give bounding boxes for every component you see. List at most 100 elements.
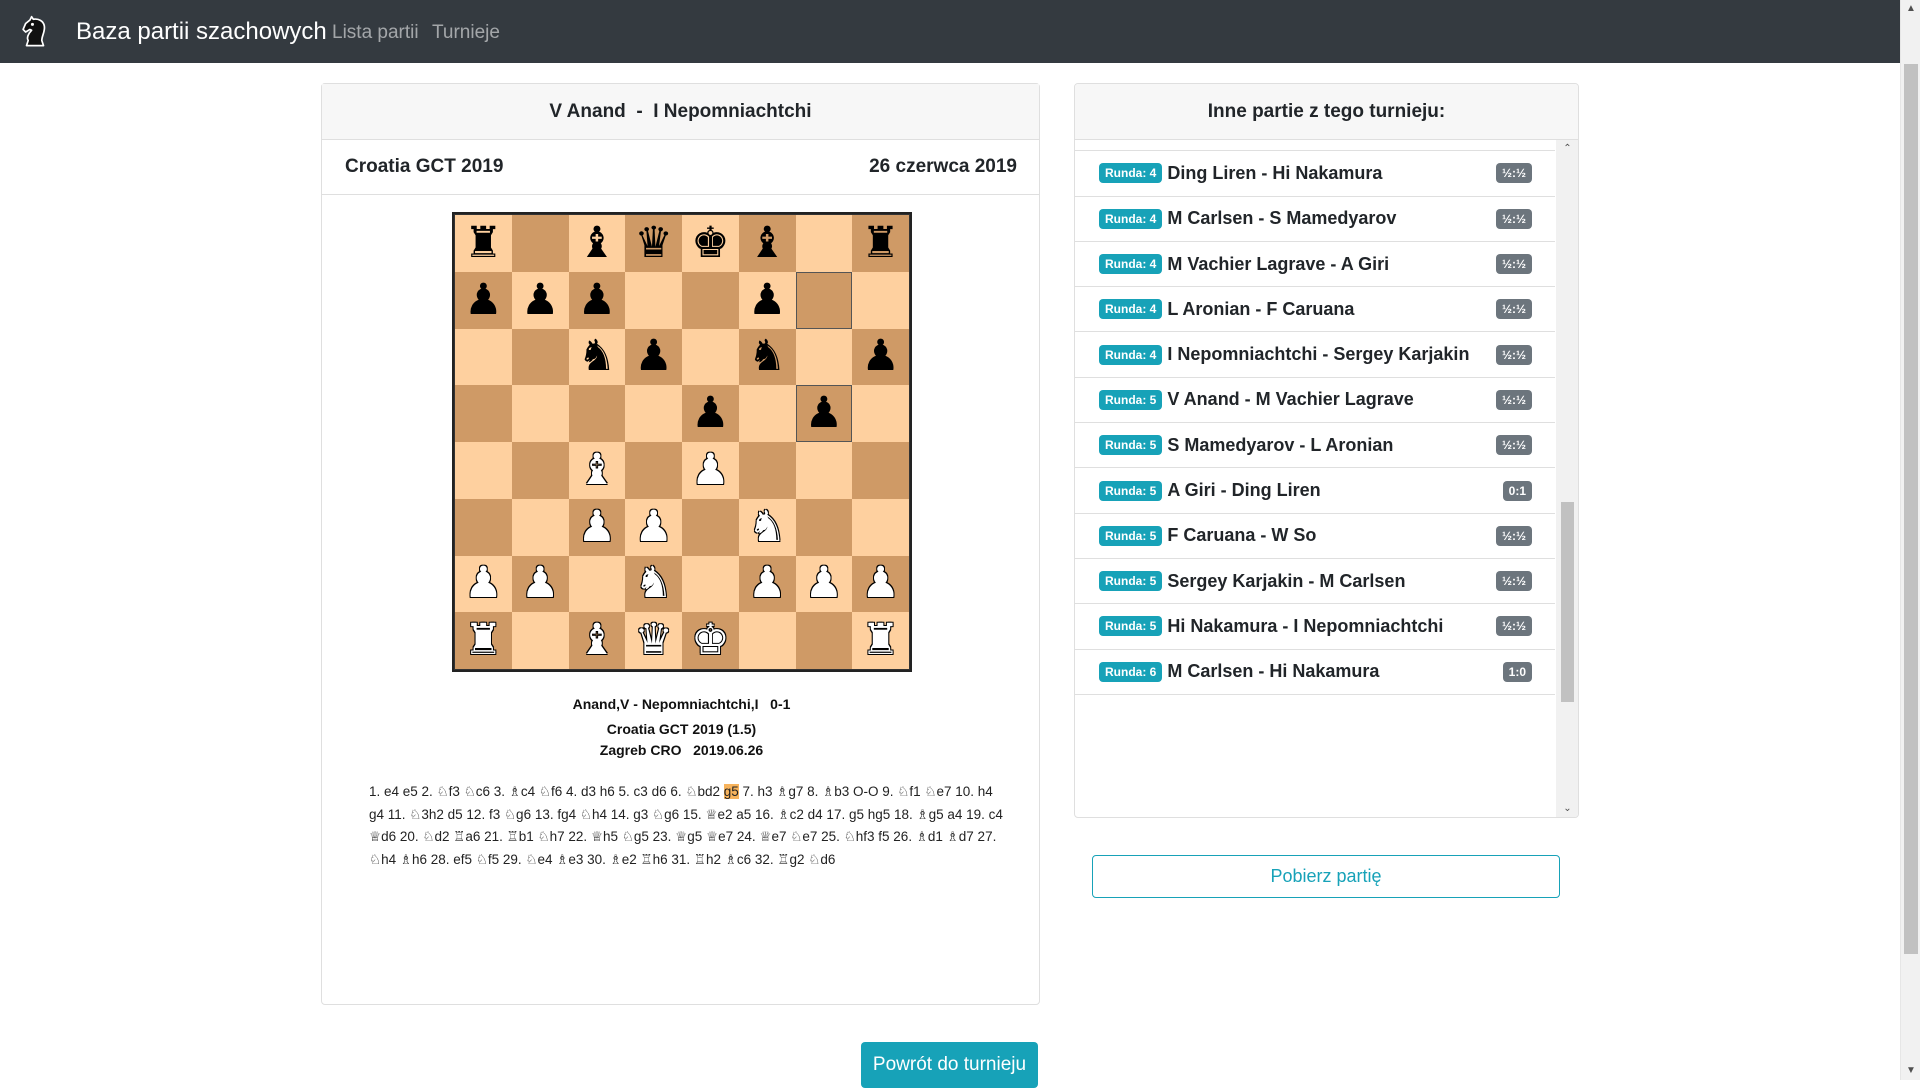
- square-e6[interactable]: [682, 328, 739, 386]
- white-king-icon[interactable]: ♚: [691, 619, 730, 662]
- page-scrollbar[interactable]: ▲ ▼: [1900, 0, 1920, 1080]
- black-bishop-icon[interactable]: ♝: [748, 221, 787, 265]
- square-h1[interactable]: ♜: [852, 612, 909, 669]
- square-g5[interactable]: ♟: [795, 385, 853, 442]
- square-b8[interactable]: [511, 215, 569, 272]
- black-queen-icon[interactable]: ♛: [634, 221, 673, 265]
- game-list-item[interactable]: Runda: 4I Nepomniachtchi - Sergey Karjak…: [1075, 333, 1555, 378]
- square-h6[interactable]: ♟: [852, 328, 909, 386]
- game-list-item[interactable]: Runda: 4M Carlsen - S Mamedyarov ½:½: [1075, 197, 1555, 242]
- square-b2[interactable]: ♟: [511, 555, 569, 613]
- square-b6[interactable]: [511, 328, 569, 386]
- game-players[interactable]: V Anand - M Vachier Lagrave: [1167, 389, 1413, 410]
- square-a2[interactable]: ♟: [455, 555, 512, 613]
- game-list-item[interactable]: Runda: 5 Sergey Karjakin - M Carlsen ½:½: [1075, 559, 1555, 605]
- game-players[interactable]: Ding Liren - Hi Nakamura: [1167, 163, 1382, 184]
- square-g8[interactable]: [795, 215, 853, 272]
- square-e1[interactable]: ♚: [682, 612, 739, 669]
- square-f4[interactable]: [738, 442, 796, 499]
- square-b3[interactable]: [511, 498, 569, 556]
- nav-link-tournaments[interactable]: Turnieje: [432, 22, 500, 44]
- white-pawn-icon[interactable]: ♟: [691, 448, 730, 492]
- square-g7[interactable]: [795, 271, 853, 329]
- game-list-item[interactable]: Runda: 5S Mamedyarov - L Aronian ½:½: [1075, 423, 1555, 469]
- square-c7[interactable]: ♟: [568, 271, 626, 329]
- square-f6[interactable]: ♞: [738, 328, 796, 386]
- square-b1[interactable]: [511, 612, 569, 669]
- square-c5[interactable]: [568, 385, 626, 442]
- current-move[interactable]: g5: [723, 784, 739, 799]
- white-bishop-icon[interactable]: ♝: [578, 619, 617, 662]
- game-list-item[interactable]: Runda: 4L Aronian - F Caruana ½:½: [1075, 287, 1555, 333]
- square-g1[interactable]: [795, 612, 853, 669]
- square-f2[interactable]: ♟: [738, 555, 796, 613]
- square-c1[interactable]: ♝: [568, 612, 626, 669]
- white-queen-icon[interactable]: ♛: [634, 619, 673, 662]
- square-a1[interactable]: ♜: [455, 612, 512, 669]
- white-pawn-icon[interactable]: ♟: [748, 562, 787, 605]
- black-pawn-icon[interactable]: ♟: [691, 392, 730, 435]
- black-knight-icon[interactable]: ♞: [578, 335, 617, 378]
- game-list-item[interactable]: Runda: 4 Ding Liren - Hi Nakamura ½:½: [1075, 151, 1555, 197]
- square-a4[interactable]: [455, 442, 512, 499]
- square-g6[interactable]: [795, 328, 853, 386]
- square-h5[interactable]: [852, 385, 909, 442]
- white-pawn-icon[interactable]: ♟: [861, 562, 900, 605]
- game-players[interactable]: M Vachier Lagrave - A Giri: [1167, 254, 1389, 275]
- scroll-down-arrow-icon[interactable]: ▼: [1901, 1062, 1920, 1080]
- square-d2[interactable]: ♞: [625, 555, 682, 613]
- game-players[interactable]: Sergey Karjakin - M Carlsen: [1167, 571, 1405, 592]
- white-rook-icon[interactable]: ♜: [861, 619, 900, 662]
- game-list-item[interactable]: Runda: 5 Hi Nakamura - I Nepomniachtchi ½:…: [1075, 604, 1555, 650]
- square-g2[interactable]: ♟: [795, 555, 853, 613]
- download-game-button[interactable]: Pobierz partię: [1092, 855, 1560, 898]
- chess-knight-icon[interactable]: [18, 15, 52, 49]
- black-pawn-icon[interactable]: ♟: [861, 335, 900, 378]
- square-a3[interactable]: [455, 498, 512, 556]
- game-players[interactable]: M Carlsen - S Mamedyarov: [1167, 208, 1396, 229]
- black-pawn-icon[interactable]: ♟: [634, 335, 673, 378]
- white-rook-icon[interactable]: ♜: [464, 619, 503, 662]
- white-pawn-icon[interactable]: ♟: [464, 562, 503, 605]
- square-e5[interactable]: ♟: [682, 385, 739, 442]
- square-e2[interactable]: [682, 555, 739, 613]
- back-to-tournament-button[interactable]: Powrót do turnieju: [861, 1042, 1038, 1088]
- game-list-item[interactable]: Runda: 5A Giri - Ding Liren 0:1: [1075, 468, 1555, 514]
- game-players[interactable]: Hi Nakamura - I Nepomniachtchi: [1167, 616, 1443, 637]
- square-d7[interactable]: [625, 271, 682, 329]
- square-d5[interactable]: [625, 385, 682, 442]
- list-scroll-down-icon[interactable]: ⌄: [1556, 800, 1578, 817]
- game-players[interactable]: F Caruana - W So: [1167, 525, 1316, 546]
- square-d4[interactable]: [625, 442, 682, 499]
- square-h8[interactable]: ♜: [852, 215, 909, 272]
- square-c8[interactable]: ♝: [568, 215, 626, 272]
- list-scrollbar[interactable]: ⌃ ⌄: [1556, 140, 1578, 817]
- square-c6[interactable]: ♞: [568, 328, 626, 386]
- black-pawn-icon[interactable]: ♟: [805, 392, 844, 435]
- list-scroll-up-icon[interactable]: ⌃: [1556, 140, 1578, 158]
- square-f3[interactable]: ♞: [738, 498, 796, 556]
- square-f8[interactable]: ♝: [738, 215, 796, 272]
- square-e3[interactable]: [682, 498, 739, 556]
- square-d8[interactable]: ♛: [625, 215, 682, 272]
- square-d3[interactable]: ♟: [625, 498, 682, 556]
- chess-board[interactable]: ♜ ♝ ♛ ♚ ♝ ♜ ♟ ♟ ♟ ♟ ♞ ♟ ♞ ♟ ♟ ♟ ♝ ♟ ♟ ♟ ♞ ♟ ♟ ♞ ♟ ♟ ♟ ♜ ♝ ♛ ♚ ♜: [452, 212, 912, 672]
- game-list-item[interactable]: Runda: 6M Carlsen - Hi Nakamura 1:0: [1075, 650, 1555, 695]
- game-list-item[interactable]: Runda: 4W So - V Anand½:½: [1075, 140, 1555, 152]
- nav-link-games-list[interactable]: Lista partii: [332, 22, 419, 44]
- square-c2[interactable]: [568, 555, 626, 613]
- game-players[interactable]: A Giri - Ding Liren: [1167, 480, 1320, 501]
- square-e7[interactable]: [682, 271, 739, 329]
- square-f5[interactable]: [738, 385, 796, 442]
- square-a5[interactable]: [455, 385, 512, 442]
- square-h7[interactable]: [852, 271, 909, 329]
- move-list[interactable]: 1. e4 e5 2. ♘f3 ♘c6 3. ♗c4 ♘f6 4. d3 h6 …: [369, 781, 1009, 871]
- square-c4[interactable]: ♝: [568, 442, 626, 499]
- black-king-icon[interactable]: ♚: [691, 221, 730, 265]
- game-list-item[interactable]: Runda: 4M Vachier Lagrave - A Giri ½:½: [1075, 242, 1555, 288]
- white-knight-icon[interactable]: ♞: [748, 505, 787, 549]
- square-h2[interactable]: ♟: [852, 555, 909, 613]
- game-players[interactable]: S Mamedyarov - L Aronian: [1167, 435, 1393, 456]
- square-h4[interactable]: [852, 442, 909, 499]
- square-e4[interactable]: ♟: [682, 442, 739, 499]
